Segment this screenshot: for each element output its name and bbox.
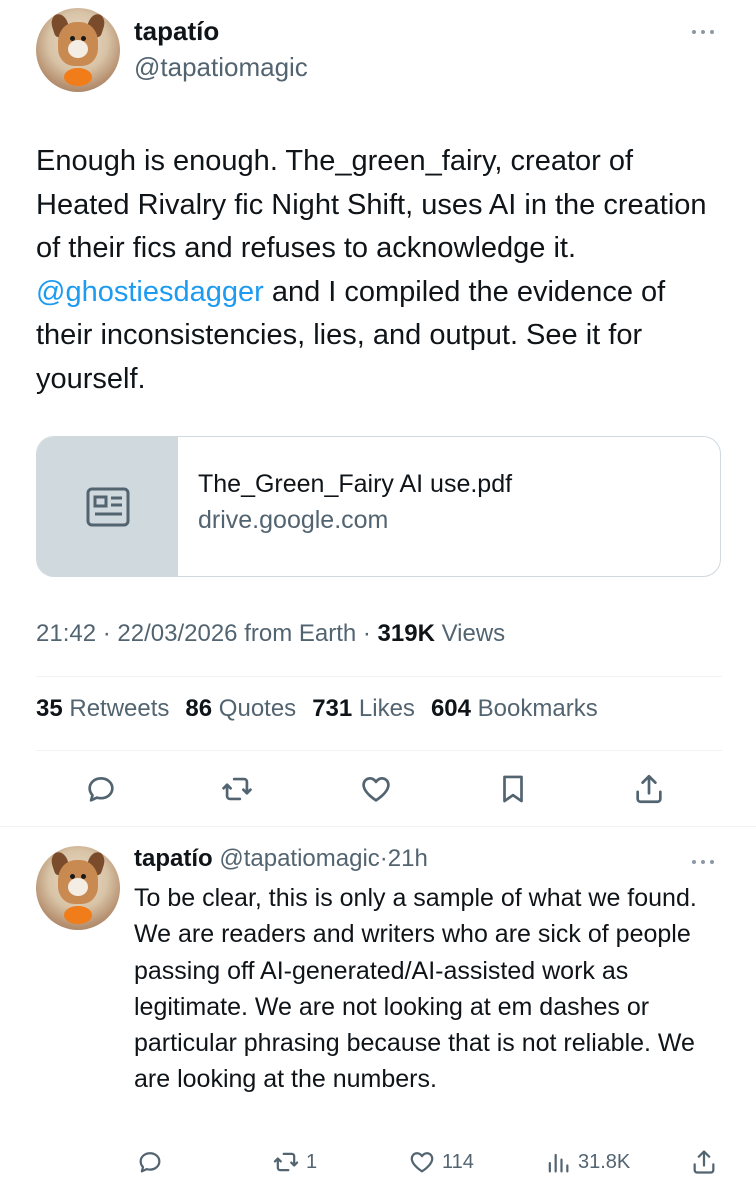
reply-retweet-count: 1 — [306, 1150, 318, 1173]
divider — [36, 676, 722, 677]
reply-like-button[interactable]: 114 — [408, 1148, 474, 1176]
bookmarks-stat[interactable]: 604 Bookmarks — [431, 695, 598, 723]
tweet-text: Enough is enough. The_green_fairy, creat… — [36, 140, 726, 401]
like-icon[interactable] — [359, 772, 393, 806]
tweet-date[interactable]: 22/03/2026 — [117, 620, 237, 647]
retweet-icon[interactable] — [220, 772, 254, 806]
reply-retweet-button[interactable]: 1 — [272, 1148, 317, 1176]
reply-more-options-icon[interactable] — [692, 856, 722, 868]
like-icon — [410, 1152, 434, 1173]
share-icon — [693, 1150, 715, 1174]
reply-age[interactable]: 21h — [388, 845, 428, 872]
reply-author-handle[interactable]: @tapatiomagic — [219, 845, 379, 872]
divider — [36, 750, 722, 751]
author-name[interactable]: tapatío — [134, 16, 219, 47]
link-card[interactable]: The_Green_Fairy AI use.pdf drive.google.… — [36, 436, 721, 577]
card-title: The_Green_Fairy AI use.pdf — [198, 470, 513, 498]
reply-author-name[interactable]: tapatío — [134, 845, 213, 872]
mention-link[interactable]: @ghostiesdagger — [36, 276, 264, 308]
reply-text: To be clear, this is only a sample of wh… — [134, 884, 697, 1094]
card-thumbnail — [37, 437, 178, 576]
reply-like-count: 114 — [442, 1150, 474, 1173]
card-domain: drive.google.com — [198, 506, 389, 534]
more-options-icon[interactable] — [692, 26, 722, 38]
reply-reply-button[interactable] — [136, 1148, 164, 1176]
engagement-stats: 35 Retweets 86 Quotes 731 Likes 604 Book… — [36, 695, 598, 723]
views-icon — [548, 1153, 569, 1173]
reply-separator: · — [379, 845, 388, 872]
reply-header: tapatío @tapatiomagic·21h — [134, 845, 428, 873]
reply-views-button[interactable]: 31.8K — [544, 1148, 630, 1176]
reply-avatar[interactable] — [36, 846, 120, 930]
reply-view-count: 31.8K — [578, 1150, 631, 1173]
tweet-time[interactable]: 21:42 — [36, 620, 96, 647]
thread-divider — [0, 826, 756, 827]
share-icon[interactable] — [632, 772, 666, 806]
tweet-meta: 21:42 · 22/03/2026 from Earth · 319K Vie… — [36, 620, 506, 647]
avatar[interactable] — [36, 8, 120, 92]
bookmark-icon[interactable] — [496, 772, 530, 806]
reply-icon — [139, 1152, 161, 1173]
tweet-text-part-1: Enough is enough. The_green_fairy, creat… — [36, 145, 707, 264]
tweet-source: from Earth — [244, 620, 357, 647]
reply-icon[interactable] — [84, 772, 118, 806]
author-handle[interactable]: @tapatiomagic — [134, 52, 308, 83]
views-count: 319K — [377, 620, 435, 647]
reply-share-button[interactable] — [690, 1148, 718, 1176]
retweets-stat[interactable]: 35 Retweets — [36, 695, 169, 723]
views-label: Views — [441, 620, 506, 647]
likes-stat[interactable]: 731 Likes — [312, 695, 415, 723]
news-article-icon — [86, 487, 129, 526]
retweet-icon — [273, 1152, 299, 1172]
quotes-stat[interactable]: 86 Quotes — [185, 695, 296, 723]
